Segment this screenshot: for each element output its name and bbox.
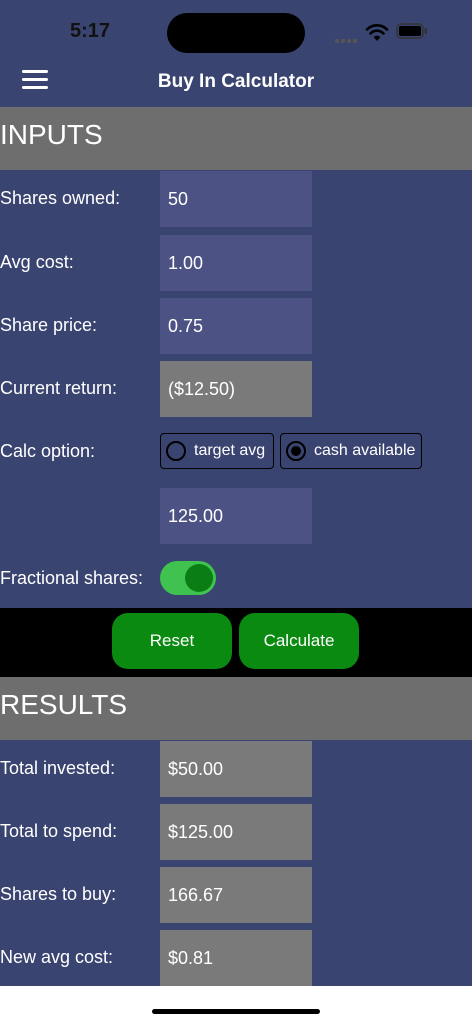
shares-owned-label: Shares owned:	[0, 188, 121, 208]
total-invested-label: Total invested:	[0, 758, 116, 778]
current-return-label: Current return:	[0, 378, 118, 398]
radio-target-avg[interactable]: target avg	[160, 433, 274, 469]
avg-cost-label: Avg cost:	[0, 252, 74, 272]
fractional-shares-label: Fractional shares:	[0, 568, 144, 588]
shares-to-buy-label: Shares to buy:	[0, 884, 117, 904]
inputs-header-text: INPUTS	[0, 119, 103, 150]
radio-checked-icon	[286, 441, 306, 461]
radio-target-avg-label: target avg	[194, 442, 266, 459]
home-indicator[interactable]	[152, 1009, 320, 1014]
shares-owned-input[interactable]: 50	[160, 171, 312, 227]
new-avg-cost-value: $0.81	[160, 930, 312, 986]
wifi-icon	[365, 22, 389, 42]
total-to-spend-label: Total to spend:	[0, 821, 118, 841]
battery-icon	[396, 23, 427, 39]
action-bar	[0, 608, 472, 677]
radio-unchecked-icon	[166, 441, 186, 461]
current-return-value: ($12.50)	[160, 361, 312, 417]
page-title: Buy In Calculator	[157, 71, 315, 92]
dynamic-island	[167, 13, 305, 53]
status-time: 5:17	[70, 20, 111, 42]
shares-to-buy-value: 166.67	[160, 867, 312, 923]
cellular-signal-icon	[335, 30, 359, 43]
toggle-knob	[185, 564, 213, 592]
total-to-spend-value: $125.00	[160, 804, 312, 860]
fractional-shares-toggle[interactable]	[160, 561, 216, 595]
reset-button[interactable]: Reset	[112, 613, 232, 669]
cash-amount-input[interactable]: 125.00	[160, 488, 312, 544]
calculate-button[interactable]: Calculate	[239, 613, 359, 669]
inputs-section-header: INPUTS	[0, 107, 472, 170]
radio-cash-available[interactable]: cash available	[280, 433, 422, 469]
share-price-label: Share price:	[0, 315, 98, 335]
new-avg-cost-label: New avg cost:	[0, 947, 114, 967]
calc-option-label: Calc option:	[0, 441, 96, 461]
bottom-safe-area	[0, 986, 472, 1024]
results-header-text: RESULTS	[0, 689, 128, 720]
results-section-header: RESULTS	[0, 677, 472, 740]
radio-cash-available-label: cash available	[314, 442, 416, 459]
share-price-input[interactable]: 0.75	[160, 298, 312, 354]
total-invested-value: $50.00	[160, 741, 312, 797]
avg-cost-input[interactable]: 1.00	[160, 235, 312, 291]
